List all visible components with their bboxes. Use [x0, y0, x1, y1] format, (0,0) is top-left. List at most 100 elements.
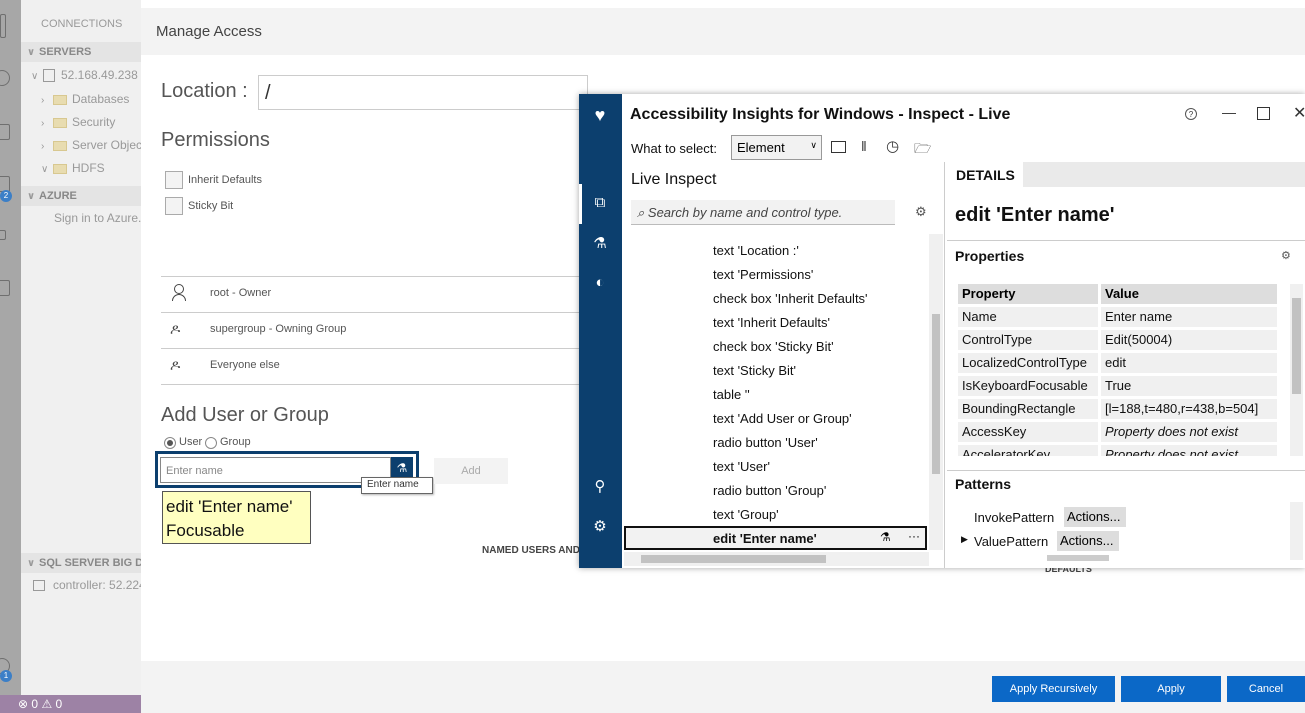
select-mode-dropdown[interactable]: Element ∨ [731, 135, 822, 160]
error-icon: ⊗ [18, 697, 29, 711]
chevron-down-icon: ∨ [27, 47, 36, 58]
azure-section[interactable]: ∨ AZURE [21, 186, 141, 206]
tree-item[interactable]: table '' [713, 387, 750, 402]
flask-icon[interactable]: ⚗ [391, 457, 413, 479]
apply-recursively-button[interactable]: Apply Recursively [992, 676, 1115, 702]
properties-heading[interactable]: Properties [955, 248, 1024, 264]
folder-icon [53, 94, 67, 105]
tree-item-security[interactable]: › Security [41, 115, 115, 129]
group-radio[interactable] [205, 437, 217, 449]
tree-item-server-objects[interactable]: ›Server Objects [41, 138, 141, 152]
value-actions-button[interactable]: Actions... [1057, 531, 1119, 551]
tree-search-input[interactable]: ⌕ Search by name and control type. [631, 200, 895, 225]
tree-scroll-thumb[interactable] [932, 314, 940, 474]
server-node[interactable]: ∨ 52.168.49.238 [31, 68, 138, 83]
sticky-bit-checkbox[interactable] [165, 197, 183, 215]
controller-node[interactable]: controller: 52.224 [33, 578, 141, 592]
tree-item[interactable]: check box 'Inherit Defaults' [713, 291, 868, 306]
search-icon: ⌕ [637, 205, 645, 220]
prop-value: edit [1101, 353, 1277, 373]
patterns-heading[interactable]: Patterns [955, 476, 1011, 492]
rail-active-indicator [579, 184, 582, 224]
explorer-icon[interactable] [0, 14, 6, 38]
tree-item[interactable]: text 'Location :' [713, 243, 799, 258]
status-bar[interactable]: ⊗ 0 ⚠ 0 [0, 695, 141, 713]
search-settings-icon[interactable]: ⚙ [915, 204, 927, 220]
highlight-toggle-icon[interactable] [831, 141, 846, 153]
chevron-down-icon: ∨ [810, 140, 817, 150]
props-scroll-thumb[interactable] [1292, 298, 1301, 394]
tree-item[interactable]: text 'Group' [713, 507, 779, 522]
tree-item-hdfs[interactable]: ∨ HDFS [41, 161, 105, 175]
user-icon [172, 284, 186, 302]
prop-header-property: Property [958, 284, 1098, 304]
tree-item[interactable]: radio button 'User' [713, 435, 818, 450]
controller-icon [33, 580, 45, 592]
divider [947, 240, 1305, 241]
name-input[interactable]: Enter name [160, 457, 391, 483]
tree-search-placeholder: Search by name and control type. [647, 205, 843, 220]
ai-nav-rail: ♥ ⧉ ⚗ ◐ ⚲ ⚙ [579, 94, 622, 568]
pane-splitter[interactable] [944, 162, 945, 568]
settings-gear-icon[interactable]: ⚙ [591, 518, 609, 536]
prop-name: Name [958, 307, 1098, 327]
open-folder-icon[interactable]: 🗁 [914, 138, 931, 162]
servers-section[interactable]: ∨ SERVERS [21, 42, 141, 62]
tree-item[interactable]: text 'Add User or Group' [713, 411, 852, 426]
prop-header-value: Value [1101, 284, 1277, 304]
cancel-button[interactable]: Cancel [1227, 676, 1305, 702]
user-radio[interactable] [164, 437, 176, 449]
tree-vertical-scrollbar[interactable] [929, 234, 943, 550]
invoke-actions-button[interactable]: Actions... [1064, 507, 1126, 527]
folder-icon [53, 163, 67, 174]
minimize-icon[interactable]: — [1222, 104, 1236, 120]
chevron-right-icon: › [41, 95, 45, 106]
location-input[interactable]: / [258, 75, 588, 110]
accessibility-insights-window: ♥ ⧉ ⚗ ◐ ⚲ ⚙ Accessibility Insights for W… [579, 94, 1305, 568]
tree-item[interactable]: text 'Inherit Defaults' [713, 315, 830, 330]
user-radio-label: User [179, 436, 203, 448]
inspect-icon[interactable]: ⧉ [591, 194, 609, 212]
azure-signin-link[interactable]: Sign in to Azure... [54, 211, 141, 225]
tree-item[interactable]: check box 'Sticky Bit' [713, 339, 834, 354]
tree-horizontal-scrollbar[interactable] [624, 552, 929, 566]
tree-item[interactable]: text 'User' [713, 459, 770, 474]
inspect-info-line2: Focusable [166, 521, 245, 540]
prop-name: LocalizedControlType [958, 353, 1098, 373]
inherit-defaults-checkbox[interactable] [165, 171, 183, 189]
clipped-actions-button [1047, 555, 1109, 561]
tree-item-selected[interactable]: edit 'Enter name' ⚗ ··· [624, 526, 927, 550]
timer-icon[interactable]: ◷ [886, 137, 899, 155]
details-tab[interactable]: DETAILS [947, 162, 1023, 187]
bigdata-section[interactable]: ∨SQL SERVER BIG DATA [21, 553, 141, 573]
color-contrast-icon[interactable]: ◐ [591, 274, 609, 292]
chevron-down-icon: ∨ [27, 191, 36, 202]
tree-item[interactable]: text 'Permissions' [713, 267, 813, 282]
chevron-right-icon: › [41, 141, 45, 152]
add-user-heading: Add User or Group [161, 404, 329, 426]
tree-item[interactable]: radio button 'Group' [713, 483, 826, 498]
connect-icon[interactable]: ⚲ [591, 478, 609, 496]
flask-icon[interactable]: ⚗ [880, 530, 891, 544]
details-title: edit 'Enter name' [955, 204, 1115, 226]
tree-hscroll-thumb[interactable] [641, 555, 826, 563]
apply-button[interactable]: Apply [1121, 676, 1221, 702]
patterns-vertical-scrollbar[interactable] [1290, 502, 1303, 560]
debug-icon[interactable] [0, 230, 6, 240]
properties-settings-icon[interactable]: ⚙ [1281, 249, 1291, 262]
help-icon[interactable]: ? [1185, 108, 1197, 120]
expand-triangle-icon[interactable]: ▶ [961, 534, 968, 545]
search-icon[interactable] [0, 70, 10, 86]
pause-icon[interactable]: ‖ [861, 138, 867, 154]
more-icon[interactable]: ··· [908, 529, 920, 543]
props-vertical-scrollbar[interactable] [1290, 284, 1303, 456]
extensions-icon[interactable] [0, 280, 10, 296]
close-icon[interactable]: ✕ [1293, 103, 1305, 123]
tree-item-databases[interactable]: › Databases [41, 92, 129, 106]
maximize-icon[interactable] [1257, 107, 1270, 120]
tree-item[interactable]: text 'Sticky Bit' [713, 363, 796, 378]
prop-value: Property does not exist [1101, 445, 1277, 456]
notebook-icon[interactable] [0, 124, 10, 140]
test-flask-icon[interactable]: ⚗ [591, 235, 609, 253]
add-button[interactable]: Add [434, 458, 508, 484]
